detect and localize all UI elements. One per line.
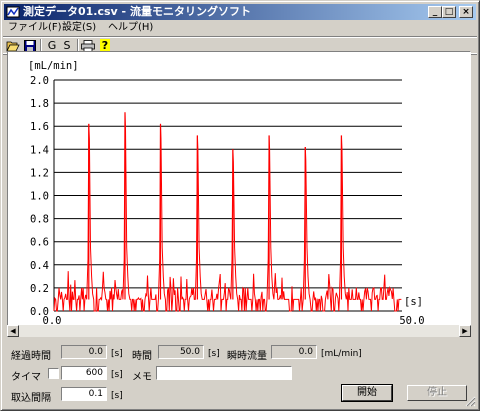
chart-panel: 2.0 1.8 1.6 1.4 1.2 1.0 0.8 0.6 0.4 0.2 0.0 [mL/min… (7, 51, 471, 326)
flow-rate-unit: [mL/min] (321, 349, 362, 359)
minimize-button[interactable]: _ (428, 6, 442, 18)
elapsed-time-unit: [s] (111, 349, 123, 359)
menu-help[interactable]: ヘルプ(H) (108, 21, 153, 35)
menu-settings[interactable]: 設定(S) (62, 21, 96, 35)
time-field: 50.0 (158, 345, 204, 359)
timer-input[interactable]: 600 (61, 366, 107, 380)
flow-rate-label: 瞬時流量 (227, 351, 267, 362)
start-button[interactable]: 開始 (341, 384, 393, 402)
scroll-right-button[interactable]: ▶ (459, 325, 471, 337)
y-tick-label: 0.4 (30, 260, 49, 272)
timer-label: タイマ (11, 372, 41, 383)
y-tick-label: 1.8 (30, 98, 49, 110)
elapsed-time-label: 経過時間 (11, 351, 51, 362)
main-window: 測定データ01.csv - 流量モニタリングソフト _ □ × ファイル(F) … (0, 0, 480, 411)
x-tick-label: 50.0 (399, 315, 424, 325)
close-button[interactable]: × (459, 6, 473, 18)
scroll-left-button[interactable]: ◀ (7, 325, 19, 337)
time-unit: [s] (208, 349, 220, 359)
elapsed-time-field: 0.0 (61, 345, 107, 359)
menu-file[interactable]: ファイル(F) (8, 21, 62, 35)
timer-checkbox[interactable] (48, 368, 59, 379)
y-tick-label: 1.2 (30, 167, 49, 179)
title-bar: 測定データ01.csv - 流量モニタリングソフト _ □ × (4, 4, 476, 20)
memo-label: メモ (132, 372, 152, 383)
maximize-button[interactable]: □ (442, 6, 456, 18)
x-tick-label: 0.0 (43, 315, 62, 325)
resize-grip-icon[interactable] (465, 396, 476, 407)
memo-input[interactable] (156, 366, 292, 380)
flow-chart: 2.0 1.8 1.6 1.4 1.2 1.0 0.8 0.6 0.4 0.2 0.0 [mL/min… (28, 60, 425, 325)
close-icon: × (462, 7, 470, 17)
y-axis-title: [mL/min] (28, 60, 79, 72)
y-tick-label: 1.6 (30, 121, 49, 133)
horizontal-scrollbar[interactable]: ◀ ▶ (7, 325, 471, 337)
interval-input[interactable]: 0.1 (61, 387, 107, 401)
x-axis-title: [s] (404, 296, 423, 308)
window-title: 測定データ01.csv - 流量モニタリングソフト (23, 5, 251, 18)
stop-button[interactable]: 停止 (407, 385, 467, 401)
app-icon (6, 6, 20, 18)
y-tick-label: 0.8 (30, 214, 49, 226)
time-label: 時間 (132, 351, 152, 362)
flow-rate-field: 0.0 (271, 345, 317, 359)
timer-unit: [s] (111, 370, 123, 380)
y-tick-label: 0.2 (30, 283, 49, 295)
y-tick-label: 1.0 (30, 191, 49, 203)
minimize-icon: _ (432, 7, 438, 17)
y-tick-label: 1.4 (30, 144, 49, 156)
interval-unit: [s] (111, 391, 123, 401)
y-tick-label: 0.6 (30, 237, 49, 249)
maximize-icon: □ (444, 7, 454, 17)
menu-bar: ファイル(F) 設定(S) ヘルプ(H) (4, 21, 476, 35)
flow-series-line (53, 112, 402, 312)
interval-label: 取込間隔 (11, 393, 51, 404)
y-tick-label: 2.0 (30, 75, 49, 87)
